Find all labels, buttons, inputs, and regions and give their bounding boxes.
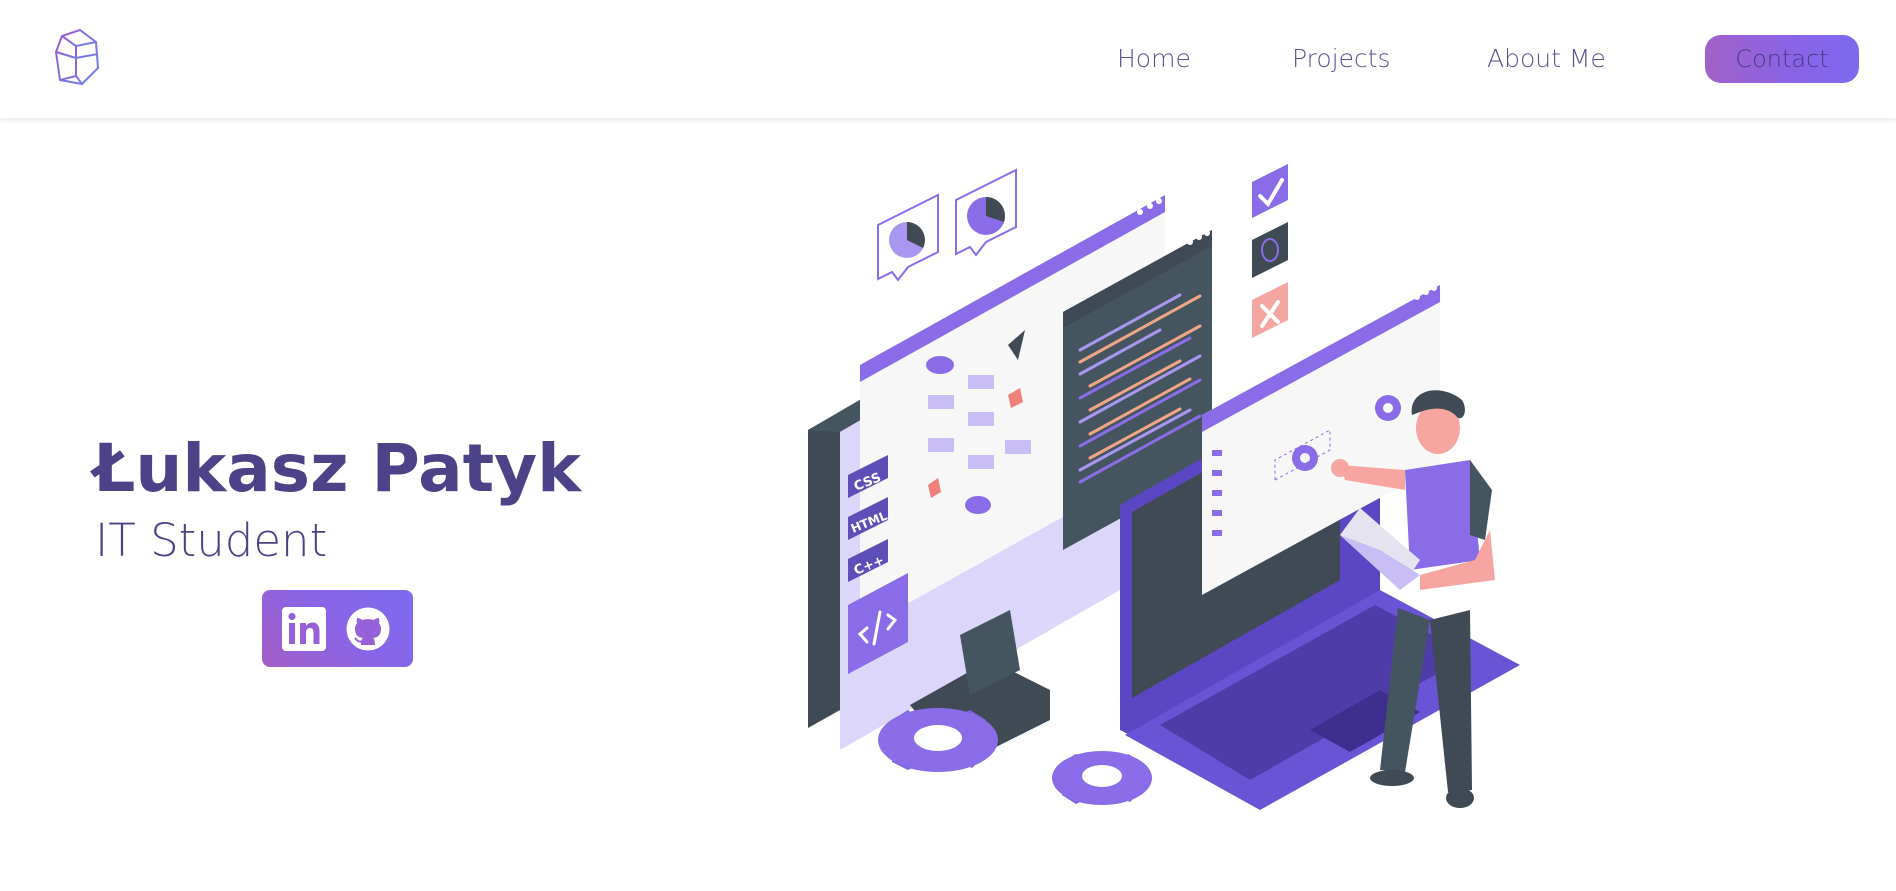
nav-home-link[interactable]: Home [1117,44,1191,73]
hero-name: Łukasz Patyk [93,430,582,507]
linkedin-icon[interactable] [282,607,326,651]
hero-subtitle: IT Student [95,514,328,567]
developer-illustration: CSS HTML C++ [808,164,1520,810]
contact-button[interactable]: Contact [1705,35,1859,83]
pie-chart-bubble-icon [955,168,1017,257]
close-icon [1252,282,1288,338]
social-links [262,590,413,667]
navbar: Home Projects About Me Contact [0,0,1896,118]
cube-logo-icon[interactable] [52,28,102,88]
nav-projects-link[interactable]: Projects [1292,44,1391,73]
nav-about-link[interactable]: About Me [1487,44,1606,73]
gear-icon [878,708,998,772]
gear-icon [1052,751,1152,805]
checkmark-icon [1252,164,1288,218]
bug-icon [1252,222,1288,278]
github-icon[interactable] [346,607,390,651]
pie-chart-bubble-icon [877,193,939,282]
